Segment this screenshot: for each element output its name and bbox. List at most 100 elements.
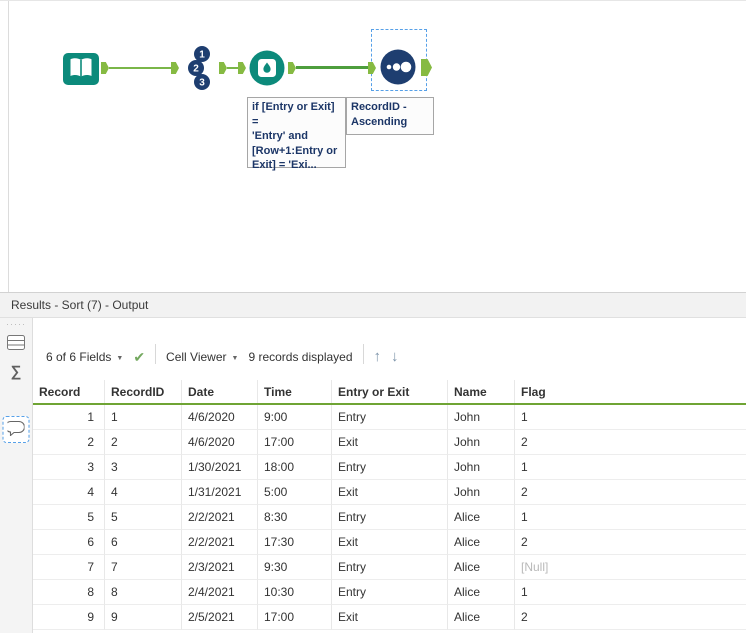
table-cell[interactable]: Entry [332, 580, 448, 605]
formula-output-anchor[interactable] [288, 62, 296, 74]
metadata-view-button[interactable]: ∑ [11, 363, 22, 380]
header-cell-record[interactable]: Record [33, 380, 105, 403]
multi-row-formula-icon [249, 50, 285, 86]
recordid-output-anchor[interactable] [219, 62, 227, 74]
row-number-cell[interactable]: 1 [33, 405, 105, 430]
recordid-input-anchor[interactable] [171, 62, 179, 74]
table-cell[interactable]: 2/3/2021 [182, 555, 258, 580]
table-cell[interactable]: Entry [332, 405, 448, 430]
table-cell[interactable]: 1 [515, 455, 746, 480]
table-cell[interactable]: 8 [105, 580, 182, 605]
tool-input-data[interactable] [62, 49, 100, 94]
table-cell[interactable]: 8:30 [258, 505, 332, 530]
grid-view-button[interactable] [7, 335, 25, 356]
table-cell[interactable]: 1 [105, 405, 182, 430]
table-cell[interactable]: Alice [448, 505, 515, 530]
table-cell[interactable]: 2/2/2021 [182, 505, 258, 530]
header-cell-recordid[interactable]: RecordID [105, 380, 182, 403]
workflow-canvas[interactable]: 1 2 3 if [Entry or Exit] = 'Entry' and [… [0, 0, 746, 293]
drag-handle-dots-icon[interactable]: ····· [0, 319, 32, 329]
table-cell[interactable]: 18:00 [258, 455, 332, 480]
row-number-cell[interactable]: 7 [33, 555, 105, 580]
table-cell[interactable]: 2 [105, 430, 182, 455]
table-cell[interactable]: 1 [515, 505, 746, 530]
alteryx-window: 1 2 3 if [Entry or Exit] = 'Entry' and [… [0, 0, 746, 633]
table-cell[interactable]: 4 [105, 480, 182, 505]
table-row: 2 2 4/6/2020 17:00 Exit John 2 [33, 430, 746, 455]
scroll-up-button[interactable]: ↑ [374, 349, 382, 364]
row-number-cell[interactable]: 8 [33, 580, 105, 605]
table-cell[interactable]: 9:30 [258, 555, 332, 580]
annotation-sort[interactable]: RecordID - Ascending [346, 97, 434, 135]
connection-formula-to-sort[interactable] [296, 66, 368, 69]
table-cell[interactable]: 2 [515, 430, 746, 455]
table-cell[interactable]: Entry [332, 555, 448, 580]
table-cell[interactable]: 1/30/2021 [182, 455, 258, 480]
table-cell[interactable]: 2/4/2021 [182, 580, 258, 605]
header-cell-time[interactable]: Time [258, 380, 332, 403]
table-cell[interactable]: 9 [105, 605, 182, 630]
row-number-cell[interactable]: 4 [33, 480, 105, 505]
scroll-down-button[interactable]: ↓ [391, 349, 399, 364]
table-cell[interactable]: 5 [105, 505, 182, 530]
table-cell[interactable]: 10:30 [258, 580, 332, 605]
header-cell-flag[interactable]: Flag [515, 380, 746, 403]
table-cell[interactable]: Entry [332, 455, 448, 480]
table-cell[interactable]: Exit [332, 530, 448, 555]
table-cell[interactable]: 1/31/2021 [182, 480, 258, 505]
table-cell[interactable]: 17:00 [258, 430, 332, 455]
tool-sort[interactable] [378, 47, 418, 92]
annotation-formula[interactable]: if [Entry or Exit] = 'Entry' and [Row+1:… [247, 97, 346, 171]
table-cell[interactable]: 7 [105, 555, 182, 580]
table-cell[interactable]: Alice [448, 530, 515, 555]
table-cell[interactable]: Alice [448, 555, 515, 580]
table-cell[interactable]: John [448, 455, 515, 480]
fields-selector[interactable]: 6 of 6 Fields ▼ [46, 350, 123, 364]
table-cell[interactable]: 2/5/2021 [182, 605, 258, 630]
row-number-cell[interactable]: 2 [33, 430, 105, 455]
table-cell[interactable]: 9:00 [258, 405, 332, 430]
header-cell-name[interactable]: Name [448, 380, 515, 403]
table-cell[interactable]: 1 [515, 580, 746, 605]
table-cell[interactable]: Alice [448, 605, 515, 630]
table-cell[interactable]: John [448, 405, 515, 430]
input-data-output-anchor[interactable] [101, 62, 109, 74]
table-cell[interactable]: 5:00 [258, 480, 332, 505]
table-cell[interactable]: [Null] [515, 555, 746, 580]
table-cell[interactable]: 6 [105, 530, 182, 555]
table-cell[interactable]: 17:00 [258, 605, 332, 630]
table-cell[interactable]: Entry [332, 505, 448, 530]
table-cell[interactable]: 2 [515, 605, 746, 630]
header-cell-entry-or-exit[interactable]: Entry or Exit [332, 380, 448, 403]
table-cell[interactable]: Exit [332, 480, 448, 505]
table-cell[interactable]: 17:30 [258, 530, 332, 555]
row-number-cell[interactable]: 9 [33, 605, 105, 630]
connection-input-to-recordid[interactable] [109, 67, 171, 69]
table-cell[interactable]: 2 [515, 480, 746, 505]
header-cell-date[interactable]: Date [182, 380, 258, 403]
results-panel-body: ····· ∑ 6 of 6 Fields ▼ ✔ Cell Viewer ▼ … [0, 318, 746, 633]
table-cell[interactable]: Alice [448, 580, 515, 605]
table-cell[interactable]: 2 [515, 530, 746, 555]
messages-view-button-selected[interactable] [2, 416, 30, 443]
table-cell[interactable]: 2/2/2021 [182, 530, 258, 555]
cell-viewer-selector[interactable]: Cell Viewer ▼ [166, 350, 238, 364]
table-cell[interactable]: John [448, 480, 515, 505]
row-number-cell[interactable]: 6 [33, 530, 105, 555]
table-cell[interactable]: 4/6/2020 [182, 405, 258, 430]
tool-record-id[interactable]: 1 2 3 [181, 45, 215, 96]
table-cell[interactable]: Exit [332, 605, 448, 630]
table-row: 9 9 2/5/2021 17:00 Exit Alice 2 [33, 605, 746, 630]
table-cell[interactable]: Exit [332, 430, 448, 455]
connection-recordid-to-formula[interactable] [227, 67, 238, 69]
row-number-cell[interactable]: 3 [33, 455, 105, 480]
formula-input-anchor[interactable] [238, 62, 246, 74]
sort-output-anchor[interactable] [421, 59, 432, 76]
table-cell[interactable]: 1 [515, 405, 746, 430]
row-number-cell[interactable]: 5 [33, 505, 105, 530]
tool-multi-row-formula[interactable] [248, 49, 286, 92]
table-cell[interactable]: John [448, 430, 515, 455]
apply-check-button[interactable]: ✔ [133, 350, 145, 364]
table-cell[interactable]: 4/6/2020 [182, 430, 258, 455]
table-cell[interactable]: 3 [105, 455, 182, 480]
